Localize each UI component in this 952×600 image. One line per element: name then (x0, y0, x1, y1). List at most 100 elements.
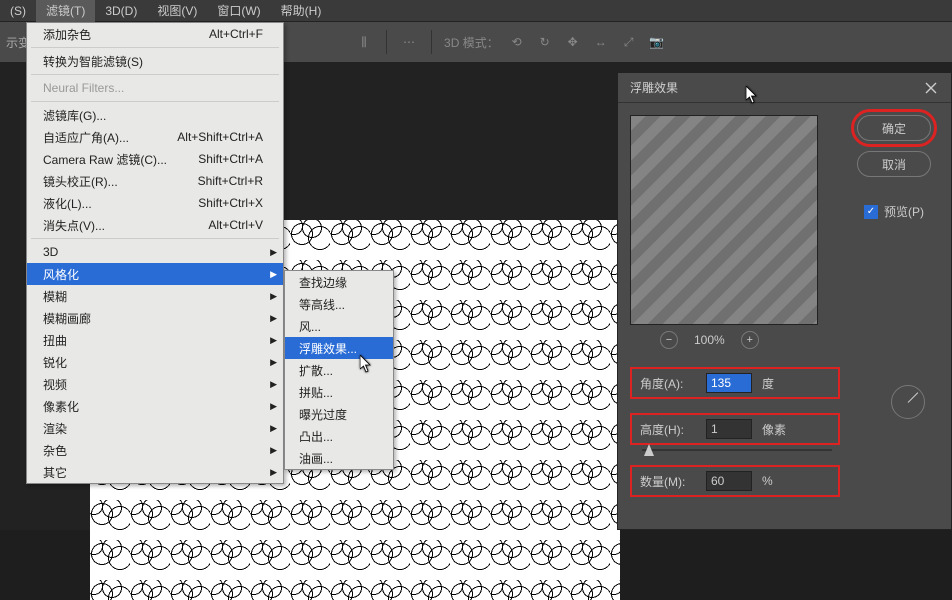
chevron-right-icon: ▶ (270, 357, 277, 368)
slide-icon[interactable]: ↔ (591, 32, 611, 52)
amount-row: 数量(M): % (630, 465, 840, 497)
menu-group-noise[interactable]: 杂色 ▶ (27, 439, 283, 461)
chevron-right-icon: ▶ (270, 445, 277, 456)
angle-input[interactable] (706, 373, 752, 393)
label: 添加杂色 (43, 26, 91, 43)
menu-smart-filter[interactable]: 转换为智能滤镜(S) (27, 50, 283, 72)
menu-group-blur[interactable]: 模糊▶ (27, 285, 283, 307)
menu-group-other[interactable]: 其它 ▶ (27, 461, 283, 483)
menu-filter[interactable]: 滤镜(T) (36, 0, 95, 22)
preview-label: 预览(P) (884, 203, 924, 220)
menu-group-sharpen[interactable]: 锐化 ▶ (27, 351, 283, 373)
submenu-contour[interactable]: 等高线... (285, 293, 393, 315)
label: 3D (43, 245, 58, 259)
separator (31, 238, 279, 239)
angle-label: 角度(A): (640, 375, 700, 392)
stylize-submenu: 查找边缘 等高线... 风... 浮雕效果... 扩散... 拼贴... 曝光过… (284, 270, 394, 470)
submenu-extrude[interactable]: 凸出... (285, 425, 393, 447)
menu-group-render[interactable]: 渲染 ▶ (27, 417, 283, 439)
chevron-right-icon: ▶ (270, 247, 277, 258)
menu-group-blur-gallery[interactable]: 模糊画廊 ▶ (27, 307, 283, 329)
menu-last-filter[interactable]: 添加杂色 Alt+Ctrl+F (27, 23, 283, 45)
chevron-right-icon: ▶ (270, 313, 277, 324)
chevron-right-icon: ▶ (270, 335, 277, 346)
label: 转换为智能滤镜(S) (43, 53, 143, 70)
label: 渲染 (43, 420, 67, 437)
shortcut: Alt+Shift+Ctrl+A (177, 130, 263, 144)
shortcut: Shift+Ctrl+R (198, 174, 263, 188)
more-icon[interactable]: ⋯ (399, 32, 419, 52)
height-row: 高度(H): 像素 (630, 413, 840, 445)
label: 扭曲 (43, 332, 67, 349)
shortcut: Alt+Ctrl+V (208, 218, 263, 232)
shortcut: Alt+Ctrl+F (209, 27, 263, 41)
chevron-right-icon: ▶ (270, 401, 277, 412)
amount-label: 数量(M): (640, 473, 700, 490)
rotate-icon[interactable]: ↻ (535, 32, 555, 52)
menu-group-3d[interactable]: 3D ▶ (27, 241, 283, 263)
label: 自适应广角(A)... (43, 129, 129, 146)
zoom-out-icon[interactable]: − (660, 331, 678, 349)
ok-button[interactable]: 确定 (857, 115, 931, 141)
label: 杂色 (43, 442, 67, 459)
preview-box[interactable] (630, 115, 818, 325)
menu-window[interactable]: 窗口(W) (207, 0, 270, 22)
dialog-titlebar[interactable]: 浮雕效果 (618, 73, 951, 103)
amount-input[interactable] (706, 471, 752, 491)
submenu-tiles[interactable]: 拼贴... (285, 381, 393, 403)
menu-lens[interactable]: 镜头校正(R)... Shift+Ctrl+R (27, 170, 283, 192)
label: 锐化 (43, 354, 67, 371)
menu-group-distort[interactable]: 扭曲 ▶ (27, 329, 283, 351)
checkbox-icon[interactable]: ✓ (864, 205, 878, 219)
label: 像素化 (43, 398, 79, 415)
orbit-icon[interactable]: ⟲ (507, 32, 527, 52)
submenu-wind[interactable]: 风... (285, 315, 393, 337)
menu-group-pixelate[interactable]: 像素化 ▶ (27, 395, 283, 417)
submenu-emboss[interactable]: 浮雕效果... (285, 337, 393, 359)
chevron-right-icon: ▶ (270, 269, 277, 280)
menu-neural[interactable]: Neural Filters... (27, 77, 283, 99)
menu-view[interactable]: 视图(V) (147, 0, 207, 22)
chevron-right-icon: ▶ (270, 467, 277, 478)
pan-icon[interactable]: ✥ (563, 32, 583, 52)
label: 其它 (43, 464, 67, 481)
menu-camera-raw[interactable]: Camera Raw 滤镜(C)... Shift+Ctrl+A (27, 148, 283, 170)
cancel-button[interactable]: 取消 (857, 151, 931, 177)
menu-group-video[interactable]: 视频▶ (27, 373, 283, 395)
menu-liquify[interactable]: 液化(L)... Shift+Ctrl+X (27, 192, 283, 214)
height-slider[interactable] (642, 449, 832, 451)
dialog-title: 浮雕效果 (630, 79, 678, 96)
separator (31, 47, 279, 48)
amount-unit: % (762, 474, 773, 488)
angle-dial[interactable] (891, 385, 925, 419)
submenu-oil[interactable]: 油画... (285, 447, 393, 469)
menu-vanishing[interactable]: 消失点(V)... Alt+Ctrl+V (27, 214, 283, 236)
zoom-level: 100% (694, 333, 725, 347)
submenu-diffuse[interactable]: 扩散... (285, 359, 393, 381)
zoom-in-icon[interactable]: + (741, 331, 759, 349)
bars-icon[interactable]: ⫼ (354, 32, 374, 52)
chevron-right-icon: ▶ (270, 423, 277, 434)
menu-adaptive[interactable]: 自适应广角(A)... Alt+Shift+Ctrl+A (27, 126, 283, 148)
close-icon[interactable] (923, 80, 939, 96)
preview-checkbox-row[interactable]: ✓ 预览(P) (864, 203, 924, 220)
menu-3d[interactable]: 3D(D) (95, 1, 147, 21)
height-input[interactable] (706, 419, 752, 439)
submenu-find-edges[interactable]: 查找边缘 (285, 271, 393, 293)
menu-prev[interactable]: (S) (0, 1, 36, 21)
label: 滤镜库(G)... (43, 107, 106, 124)
scale-icon[interactable]: ⤢ (619, 32, 639, 52)
label: 镜头校正(R)... (43, 173, 118, 190)
menu-gallery[interactable]: 滤镜库(G)... (27, 104, 283, 126)
submenu-solarize[interactable]: 曝光过度 (285, 403, 393, 425)
camera-icon[interactable]: 📷 (647, 32, 667, 52)
slider-thumb[interactable] (644, 444, 654, 456)
menu-help[interactable]: 帮助(H) (271, 0, 332, 22)
right-buttons: 确定 取消 ✓ 预览(P) (849, 115, 939, 220)
separator (386, 30, 387, 54)
menu-group-stylize[interactable]: 风格化▶ (27, 263, 283, 285)
chevron-right-icon: ▶ (270, 379, 277, 390)
label: 模糊画廊 (43, 310, 91, 327)
shortcut: Shift+Ctrl+A (198, 152, 263, 166)
filter-dropdown: 添加杂色 Alt+Ctrl+F 转换为智能滤镜(S) Neural Filter… (26, 22, 284, 484)
